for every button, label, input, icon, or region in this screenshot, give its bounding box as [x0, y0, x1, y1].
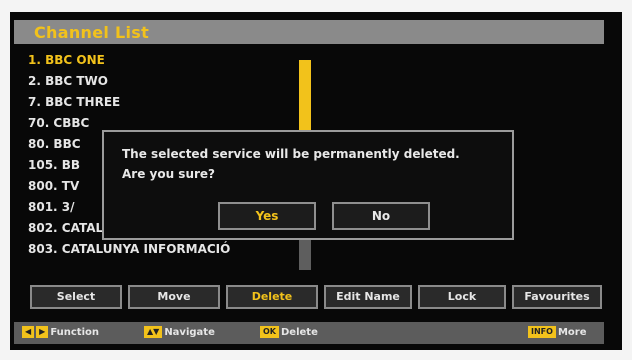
channel-list-header: Channel List: [14, 20, 604, 44]
ok-key-icon: OK: [260, 326, 279, 338]
favourites-button[interactable]: Favourites: [512, 285, 602, 309]
channel-row[interactable]: 7. BBC THREE: [28, 92, 298, 113]
page-title: Channel List: [34, 23, 150, 42]
dialog-message-line1: The selected service will be permanently…: [122, 147, 460, 161]
help-info: INFO More: [528, 326, 586, 340]
yes-button[interactable]: Yes: [218, 202, 316, 230]
channel-row[interactable]: 2. BBC TWO: [28, 71, 298, 92]
dialog-message-line2: Are you sure?: [122, 167, 216, 181]
help-bar: ◀ ▶ Function ▲▼ Navigate OK Delete INFO More: [14, 322, 604, 344]
help-ok: OK Delete: [260, 326, 318, 340]
up-down-key-icon: ▲▼: [144, 326, 163, 338]
delete-button[interactable]: Delete: [226, 285, 318, 309]
edit-name-button[interactable]: Edit Name: [324, 285, 412, 309]
help-function: ◀ ▶ Function: [22, 326, 99, 340]
left-key-icon: ◀: [22, 326, 35, 338]
channel-row[interactable]: 803. CATALUNYA INFORMACIÓ: [28, 239, 298, 260]
help-navigate-label: Navigate: [164, 327, 215, 338]
channel-row[interactable]: 1. BBC ONE: [28, 50, 298, 71]
help-navigate: ▲▼ Navigate: [144, 326, 215, 340]
help-info-label: More: [557, 327, 587, 338]
right-key-icon: ▶: [36, 326, 49, 338]
help-function-label: Function: [50, 327, 100, 338]
lock-button[interactable]: Lock: [418, 285, 506, 309]
delete-confirm-dialog: The selected service will be permanently…: [102, 130, 514, 240]
help-ok-label: Delete: [281, 327, 318, 338]
no-button[interactable]: No: [332, 202, 430, 230]
info-key-icon: INFO: [528, 326, 556, 338]
select-button[interactable]: Select: [30, 285, 122, 309]
dialog-message: The selected service will be permanently…: [122, 144, 460, 184]
move-button[interactable]: Move: [128, 285, 220, 309]
